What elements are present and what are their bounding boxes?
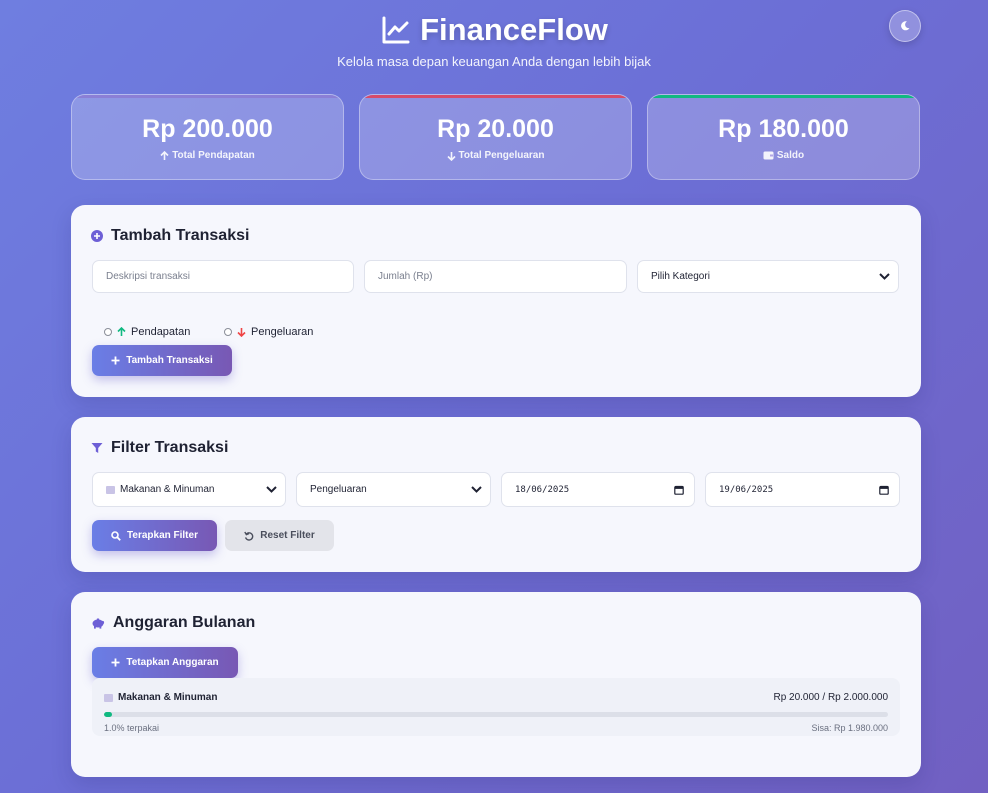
arrow-down-icon: [237, 328, 246, 337]
income-radio[interactable]: Pendapatan: [104, 322, 190, 342]
budget-category: Makanan & Minuman: [118, 692, 218, 703]
arrow-up-icon: [160, 150, 169, 160]
filter-category-value-row: Makanan & Minuman: [106, 484, 215, 495]
description-input[interactable]: Deskripsi transaksi: [92, 260, 354, 293]
income-radio-label: Pendapatan: [131, 326, 191, 338]
chart-line-icon: [382, 16, 410, 44]
filter-type-select[interactable]: Pengeluaran: [296, 472, 491, 507]
calendar-icon: [879, 485, 889, 495]
income-label-row: Total Pendapatan: [72, 150, 343, 161]
set-budget-button[interactable]: Tetapkan Anggaran: [92, 647, 238, 678]
moon-icon: [901, 21, 910, 31]
add-transaction-title: Tambah Transaksi: [111, 227, 250, 244]
budget-remaining-text: Sisa: Rp 1.980.000: [811, 723, 888, 733]
add-transaction-button[interactable]: Tambah Transaksi: [92, 345, 232, 376]
budget-title-row: Anggaran Bulanan: [91, 614, 255, 632]
app-header: FinanceFlow Kelola masa depan keuangan A…: [0, 0, 988, 80]
arrow-down-icon: [446, 151, 456, 161]
category-select[interactable]: Pilih Kategori: [637, 260, 899, 293]
search-icon: [111, 530, 121, 541]
food-icon: [106, 485, 115, 494]
budget-title: Anggaran Bulanan: [113, 614, 256, 631]
theme-toggle-button[interactable]: [889, 10, 921, 42]
add-transaction-title-row: Tambah Transaksi: [91, 227, 249, 245]
expense-label-row: Total Pengeluaran: [360, 150, 631, 161]
app-logo: FinanceFlow: [0, 12, 988, 48]
plus-circle-icon: [91, 230, 103, 242]
income-amount: Rp 200.000: [142, 115, 273, 143]
apply-filter-label: Terapkan Filter: [127, 530, 198, 541]
filter-date-to-input[interactable]: 19/06/2025: [705, 472, 900, 507]
category-select-value: Pilih Kategori: [651, 271, 710, 282]
chevron-down-icon: [879, 273, 890, 280]
chevron-down-icon: [266, 486, 277, 493]
add-transaction-panel: Tambah Transaksi Deskripsi transaksi Jum…: [71, 205, 921, 397]
income-label: Total Pendapatan: [172, 150, 255, 161]
arrow-up-icon: [117, 327, 126, 336]
budget-item: Makanan & Minuman Rp 20.000 / Rp 2.000.0…: [92, 678, 900, 736]
budget-progress-fill: [104, 712, 112, 717]
balance-label-row: Saldo: [648, 150, 919, 161]
filter-title-row: Filter Transaksi: [91, 439, 228, 457]
filter-panel: Filter Transaksi Makanan & Minuman Penge…: [71, 417, 921, 572]
income-radio-dot[interactable]: [104, 328, 112, 336]
expense-radio-label: Pengeluaran: [251, 326, 314, 338]
budget-progress-track: [104, 712, 888, 717]
plus-icon: [111, 356, 120, 365]
balance-stat-card: Rp 180.000 Saldo: [647, 94, 920, 180]
filter-date-from-input[interactable]: 18/06/2025: [501, 472, 695, 507]
filter-category-select[interactable]: Makanan & Minuman: [92, 472, 286, 507]
food-icon: [104, 693, 113, 702]
expense-radio[interactable]: Pengeluaran: [224, 322, 313, 342]
plus-icon: [111, 658, 120, 667]
expense-stat-card: Rp 20.000 Total Pengeluaran: [359, 94, 632, 180]
amount-input[interactable]: Jumlah (Rp): [364, 260, 627, 293]
budget-panel: Anggaran Bulanan Tetapkan Anggaran Makan…: [71, 592, 921, 777]
filter-title: Filter Transaksi: [111, 439, 229, 456]
undo-icon: [244, 531, 254, 541]
add-transaction-button-label: Tambah Transaksi: [126, 355, 213, 366]
balance-accent-bar: [648, 95, 919, 98]
income-stat-card: Rp 200.000 Total Pendapatan: [71, 94, 344, 180]
expense-amount: Rp 20.000: [437, 115, 554, 143]
expense-accent-bar: [360, 95, 631, 98]
balance-label: Saldo: [776, 150, 805, 161]
calendar-icon: [674, 485, 684, 495]
wallet-icon: [763, 151, 774, 160]
income-accent-bar: [72, 95, 343, 98]
budget-category-row: Makanan & Minuman: [104, 692, 217, 703]
filter-date-from-value: 18/06/2025: [515, 484, 570, 495]
reset-filter-button[interactable]: Reset Filter: [225, 520, 334, 551]
filter-date-to-value: 19/06/2025: [719, 484, 774, 495]
balance-amount: Rp 180.000: [718, 115, 849, 143]
app-tagline: Kelola masa depan keuangan Anda dengan l…: [337, 54, 651, 69]
expense-label: Total Pengeluaran: [458, 150, 545, 161]
chevron-down-icon: [471, 486, 482, 493]
filter-icon: [91, 443, 103, 453]
app-title: FinanceFlow: [420, 12, 608, 47]
filter-category-value: Makanan & Minuman: [120, 484, 215, 495]
budget-used-text: 1.0% terpakai: [104, 723, 160, 733]
expense-radio-dot[interactable]: [224, 328, 232, 336]
apply-filter-button[interactable]: Terapkan Filter: [92, 520, 217, 551]
reset-filter-label: Reset Filter: [260, 530, 315, 541]
set-budget-label: Tetapkan Anggaran: [126, 657, 219, 668]
budget-amounts: Rp 20.000 / Rp 2.000.000: [773, 692, 888, 703]
piggy-bank-icon: [92, 618, 105, 629]
filter-type-value: Pengeluaran: [310, 484, 367, 495]
